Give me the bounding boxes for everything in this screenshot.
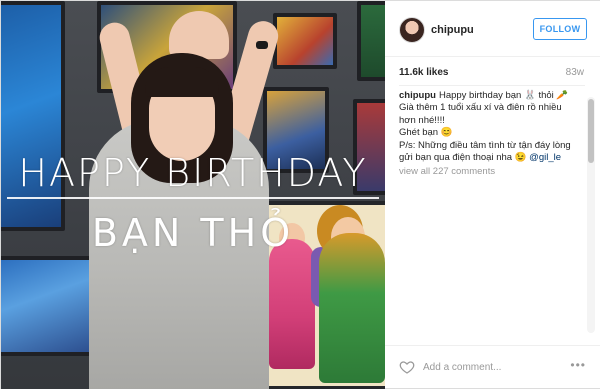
follow-button[interactable]: FOLLOW — [533, 18, 587, 40]
comment-input[interactable] — [423, 358, 563, 376]
likes-count[interactable]: 11.6k likes — [399, 67, 449, 78]
user-avatar[interactable] — [399, 17, 425, 43]
wall-painting — [273, 13, 337, 69]
caption-text: gửi bạn qua điện thoại nha 😉 — [399, 152, 527, 164]
overlay-divider — [7, 197, 379, 199]
comment-footer: ••• — [385, 345, 600, 388]
person-bangs — [145, 67, 219, 97]
post-timestamp[interactable]: 83w — [566, 67, 584, 78]
overlay-text-birthday: HAPPY BIRTHDAY — [18, 151, 368, 195]
view-all-comments-link[interactable]: view all 227 comments — [399, 166, 495, 177]
post-caption: chipupu Happy birthday bạn 🐰 thỏi 🥕 Già t… — [399, 90, 585, 164]
wristband — [256, 41, 268, 49]
caption-line: chipupu Happy birthday bạn 🐰 thỏi 🥕 — [399, 90, 585, 102]
caption-username[interactable]: chipupu — [399, 90, 436, 101]
caption-mention-link[interactable]: @gil_le — [529, 152, 561, 163]
post-header: chipupu FOLLOW — [385, 1, 600, 57]
caption-line: hơn nhé!!!! — [399, 114, 445, 126]
divider — [399, 85, 585, 86]
post-side-panel: chipupu FOLLOW 11.6k likes 83w chipupu Ha… — [385, 1, 600, 388]
post-username[interactable]: chipupu — [431, 24, 474, 36]
caption-line: P/s: Những điều tâm tình từ tận đáy lòng — [399, 139, 571, 151]
scrollbar-thumb[interactable] — [588, 99, 594, 163]
caption-line: Già thêm 1 tuổi xấu xí và điên rồ nhiều — [399, 102, 562, 114]
more-options-icon[interactable]: ••• — [570, 358, 586, 372]
painting-figure — [269, 239, 315, 369]
caption-line: Ghét bạn 😊 — [399, 127, 453, 139]
wall-painting — [357, 1, 385, 81]
caption-text: Happy birthday bạn 🐰 thỏi 🥕 — [438, 90, 569, 101]
caption-line: gửi bạn qua điện thoại nha 😉 @gil_le — [399, 152, 585, 164]
instagram-post-embed: HAPPY BIRTHDAY BẠN THỎ chipupu FOLLOW 11… — [0, 0, 600, 389]
overlay-text-name: BẠN THỎ — [91, 211, 295, 255]
heart-icon[interactable] — [399, 359, 415, 375]
post-photo[interactable]: HAPPY BIRTHDAY BẠN THỎ — [1, 1, 385, 389]
painting-figure — [319, 233, 385, 383]
